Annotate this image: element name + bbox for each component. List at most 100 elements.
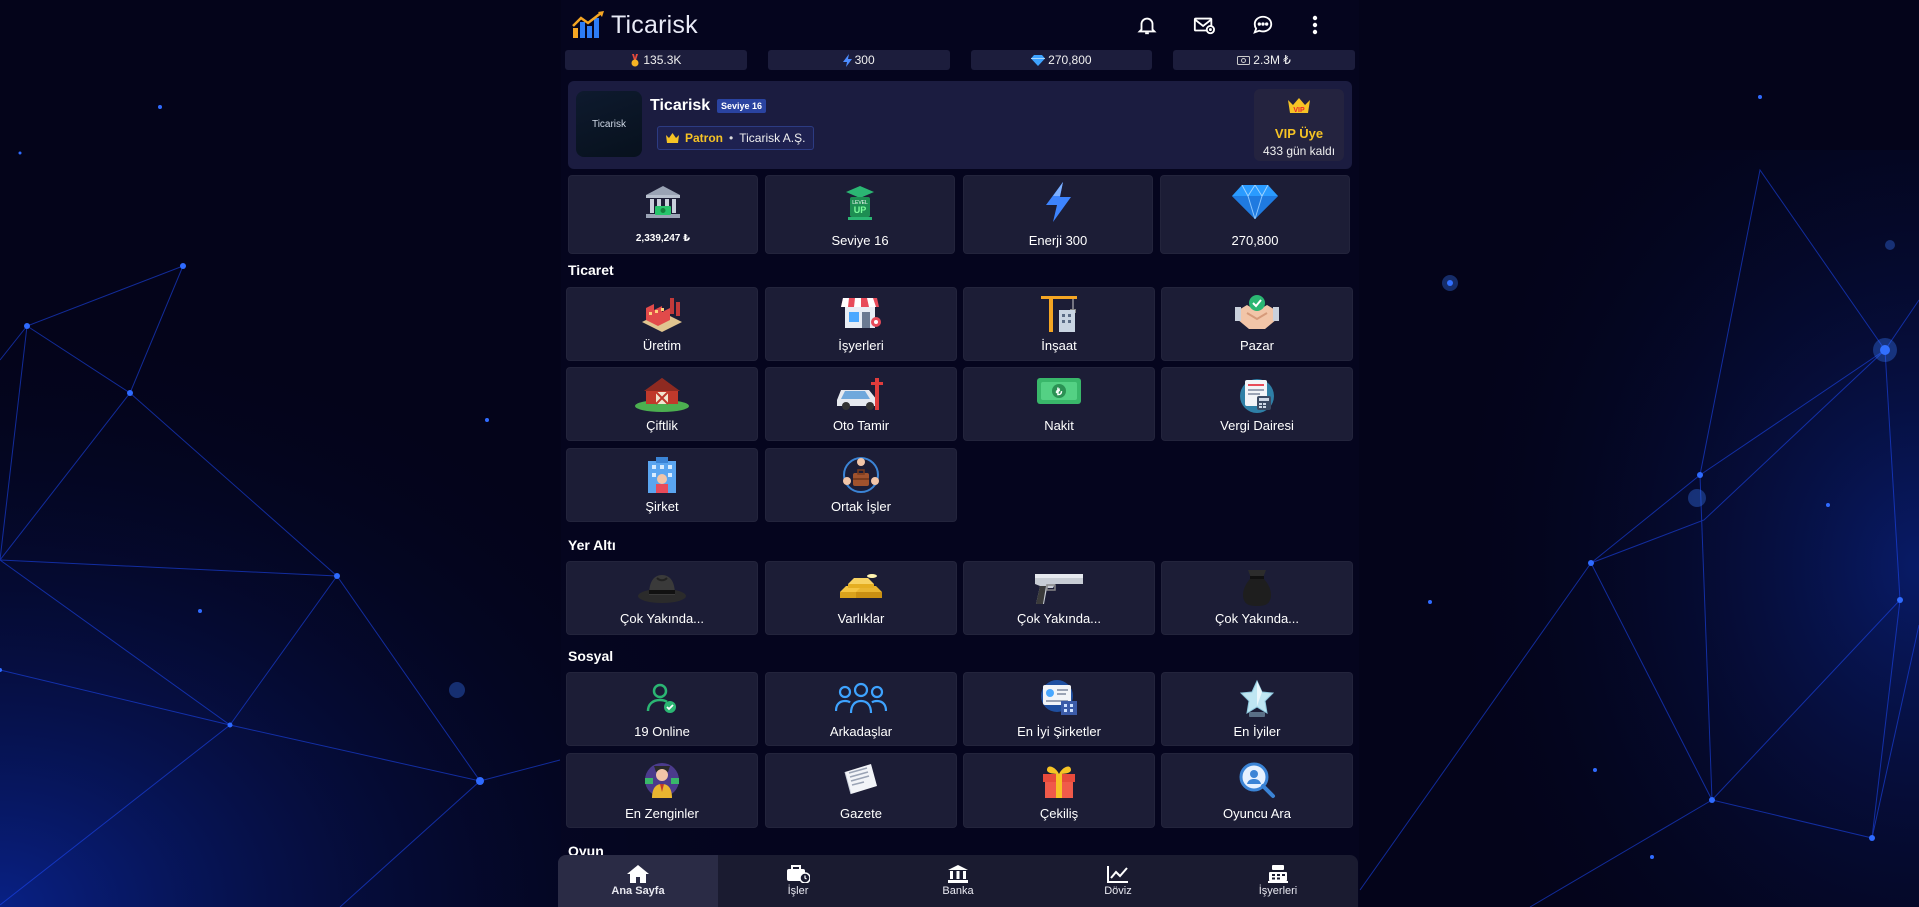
nav-bank[interactable]: Banka	[878, 855, 1038, 907]
pistol-icon	[964, 568, 1154, 606]
stat-reputation[interactable]: 135.3K	[565, 50, 747, 70]
tile-label: Oto Tamir	[832, 418, 890, 433]
nav-label: Ana Sayfa	[611, 885, 665, 897]
tile-vergi-dairesi[interactable]: Vergi Dairesi	[1161, 367, 1353, 441]
tile-cekilis[interactable]: Çekiliş	[963, 753, 1155, 828]
mail-icon[interactable]	[1191, 12, 1217, 38]
bell-icon[interactable]	[1134, 12, 1160, 38]
diamond-icon	[1161, 185, 1349, 219]
tile-insaat[interactable]: İnşaat	[963, 287, 1155, 361]
nav-jobs[interactable]: İşler	[718, 855, 878, 907]
vip-badge-text: VIP	[1293, 107, 1305, 114]
diamonds-label: 270,800	[1231, 233, 1279, 248]
tile-ortak-isler[interactable]: Ortak İşler	[765, 448, 957, 522]
vip-card[interactable]: VIP VIP Üye 433 gün kaldı	[1254, 89, 1344, 161]
summary-diamonds[interactable]: 270,800	[1160, 175, 1350, 254]
profile-card[interactable]: Ticarisk Ticarisk Seviye 16 Patron • Tic…	[568, 81, 1352, 169]
tile-label: Ortak İşler	[831, 499, 891, 514]
app-container: Ticarisk 135.3K 300 270,800 2.3M ₺ Ticar…	[558, 0, 1359, 907]
stat-cash[interactable]: 2.3M ₺	[1173, 50, 1355, 70]
factory-icon	[567, 294, 757, 332]
more-vertical-icon[interactable]	[1302, 12, 1328, 38]
lightning-icon	[964, 182, 1152, 222]
summary-energy[interactable]: Enerji 300	[963, 175, 1153, 254]
tile-coming-soon-hat[interactable]: Çok Yakında...	[566, 561, 758, 635]
companies-icon	[964, 679, 1154, 717]
tile-label: Çok Yakında...	[1016, 611, 1102, 626]
summary-level[interactable]: LEVEL UP Seviye 16	[765, 175, 955, 254]
tile-label: Nakit	[1044, 418, 1074, 433]
tile-label: İnşaat	[1041, 338, 1077, 353]
fedora-hat-icon	[567, 568, 757, 606]
star-trophy-icon	[1162, 679, 1352, 719]
company-name[interactable]: Ticarisk A.Ş.	[739, 131, 805, 145]
tile-ciftlik[interactable]: Çiftlik	[566, 367, 758, 441]
tile-gazete[interactable]: Gazete	[765, 753, 957, 828]
tile-arkadaslar[interactable]: Arkadaşlar	[765, 672, 957, 746]
stat-energy[interactable]: 300	[767, 50, 950, 70]
summary-bank[interactable]: 2,339,247 ₺	[568, 175, 758, 254]
lightning-icon	[842, 53, 852, 67]
chat-icon[interactable]	[1250, 12, 1276, 38]
stat-diamonds-value: 270,800	[1048, 53, 1092, 67]
nav-workplaces[interactable]: İşyerleri	[1198, 855, 1358, 907]
car-repair-icon	[766, 374, 956, 412]
tile-oyuncu-ara[interactable]: Oyuncu Ara	[1161, 753, 1353, 828]
svg-text:UP: UP	[854, 205, 867, 215]
nav-home[interactable]: Ana Sayfa	[558, 855, 718, 907]
office-building-icon	[567, 455, 757, 495]
energy-label: Enerji 300	[1028, 233, 1088, 248]
bank-balance: 2,339,247 ₺	[635, 233, 691, 244]
stat-diamonds[interactable]: 270,800	[970, 50, 1153, 70]
tile-en-iyi-sirketler[interactable]: En İyi Şirketler	[963, 672, 1155, 746]
barn-icon	[567, 374, 757, 412]
cash-icon	[1237, 55, 1251, 65]
player-role: Patron	[685, 131, 724, 145]
tile-label: İşyerleri	[838, 338, 884, 353]
tax-office-icon	[1162, 374, 1352, 414]
tile-online[interactable]: 19 Online	[566, 672, 758, 746]
tile-label: 19 Online	[634, 724, 690, 739]
tile-uretim[interactable]: Üretim	[566, 287, 758, 361]
app-name: Ticarisk	[611, 10, 698, 39]
handshake-icon	[1162, 293, 1352, 333]
stats-bar: 135.3K 300 270,800 2.3M ₺	[565, 50, 1355, 70]
tile-en-zenginler[interactable]: En Zenginler	[566, 753, 758, 828]
money-bag-icon	[1162, 568, 1352, 608]
tile-coming-soon-bag[interactable]: Çok Yakında...	[1161, 561, 1353, 635]
tile-nakit[interactable]: ₺ Nakit	[963, 367, 1155, 441]
store-icon	[766, 294, 956, 332]
section-title-sosyal: Sosyal	[568, 648, 614, 664]
tile-label: Çok Yakında...	[619, 611, 705, 626]
tile-isyerleri[interactable]: İşyerleri	[765, 287, 957, 361]
nav-label: İşyerleri	[1258, 885, 1298, 897]
level-badge: Seviye 16	[717, 99, 767, 113]
tile-oto-tamir[interactable]: Oto Tamir	[765, 367, 957, 441]
top-header: Ticarisk	[561, 0, 1359, 50]
tile-label: Üretim	[642, 338, 682, 353]
tile-label: Oyuncu Ara	[1223, 806, 1291, 821]
role-company-box[interactable]: Patron • Ticarisk A.Ş.	[657, 126, 815, 150]
tile-varliklar[interactable]: Varlıklar	[765, 561, 957, 635]
partners-icon	[766, 455, 956, 495]
tile-sirket[interactable]: Şirket	[566, 448, 758, 522]
crown-icon	[666, 133, 679, 143]
nav-label: Döviz	[1104, 885, 1132, 897]
tile-label: En Zenginler	[625, 806, 699, 821]
tile-coming-soon-pistol[interactable]: Çok Yakında...	[963, 561, 1155, 635]
briefcase-icon	[787, 865, 810, 883]
chart-logo-icon	[572, 11, 604, 38]
nav-currency[interactable]: Döviz	[1038, 855, 1198, 907]
bottom-navigation: Ana Sayfa İşler Banka Döviz İşyerleri	[558, 855, 1358, 907]
section-title-ticaret: Ticaret	[568, 262, 614, 278]
logo[interactable]: Ticarisk	[571, 10, 698, 40]
tile-pazar[interactable]: Pazar	[1161, 287, 1353, 361]
tile-en-iyiler[interactable]: En İyiler	[1161, 672, 1353, 746]
stat-reputation-value: 135.3K	[643, 53, 682, 67]
nav-label: İşler	[787, 885, 809, 897]
vip-label: VIP Üye	[1274, 126, 1324, 141]
avatar[interactable]: Ticarisk	[576, 91, 642, 157]
bank-icon	[948, 865, 968, 883]
crane-icon	[964, 292, 1154, 334]
level-label: Seviye 16	[831, 233, 889, 248]
